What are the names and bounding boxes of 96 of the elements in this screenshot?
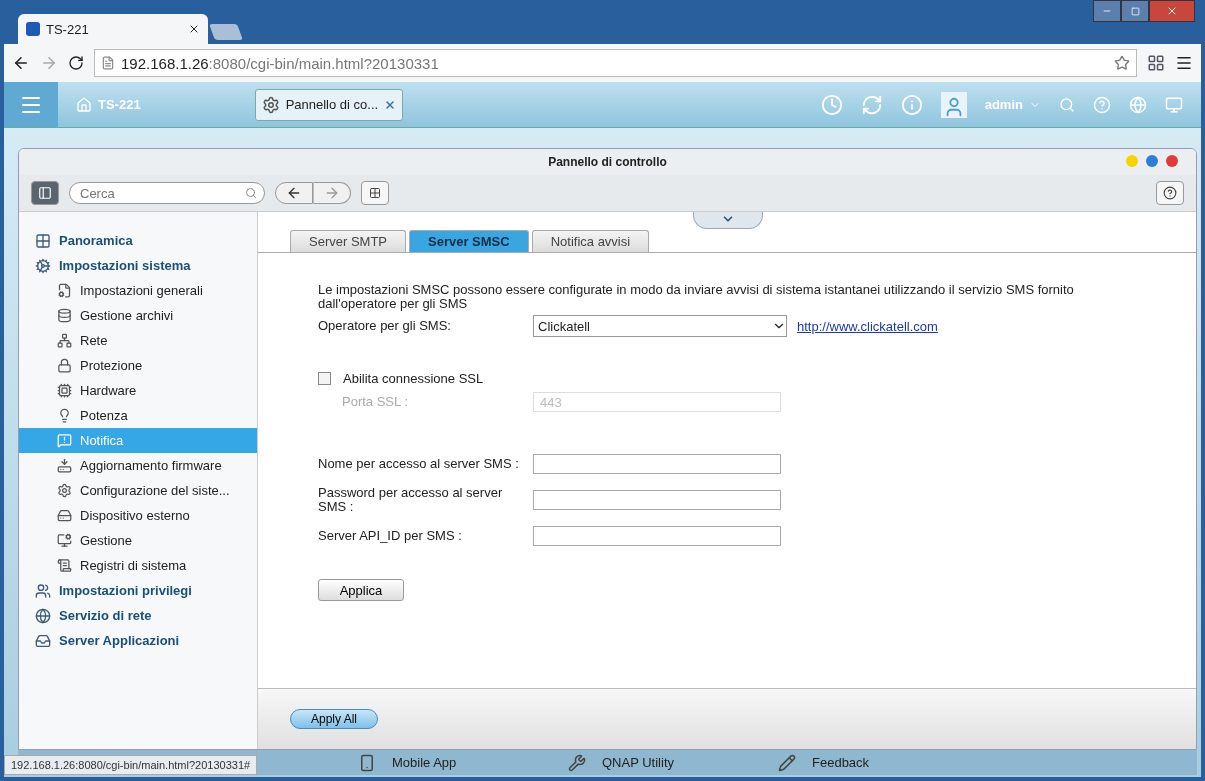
browser-tab[interactable]: TS-221 bbox=[18, 14, 208, 44]
close-button[interactable] bbox=[1149, 0, 1195, 22]
field-label: Password per accesso al server SMS : bbox=[318, 486, 504, 514]
field-label: Operatore per gli SMS: bbox=[318, 319, 452, 333]
star-icon[interactable] bbox=[1114, 55, 1130, 71]
input-field[interactable] bbox=[533, 526, 781, 546]
status-tooltip: 192.168.1.26:8080/cgi-bin/main.html?20130331# bbox=[4, 755, 258, 775]
monitor-icon bbox=[57, 533, 72, 548]
close-icon bbox=[1166, 5, 1178, 17]
sidebar-item[interactable]: Registri di sistema bbox=[19, 553, 257, 578]
sidebar-item[interactable]: Impostazioni generali bbox=[19, 278, 257, 303]
address-field[interactable]: 192.168.1.26:8080/cgi-bin/main.html?20130331 bbox=[94, 49, 1137, 77]
app-icon bbox=[26, 22, 40, 36]
sidebar-item[interactable]: Impostazioni privilegi bbox=[19, 578, 257, 603]
field-label: Nome per accesso al server SMS : bbox=[318, 457, 520, 471]
sidebar-item[interactable]: Protezione bbox=[19, 353, 257, 378]
tray-icon bbox=[35, 632, 51, 649]
input-field[interactable] bbox=[533, 490, 781, 510]
reload-icon[interactable] bbox=[68, 55, 84, 71]
help-button[interactable] bbox=[1156, 181, 1184, 205]
panel-icon bbox=[38, 186, 52, 200]
desktop-shortcut[interactable]: QNAP Utility bbox=[568, 753, 758, 772]
phone-icon bbox=[358, 753, 376, 772]
chip-icon bbox=[57, 383, 72, 398]
sidebar-item[interactable]: Servizio di rete bbox=[19, 603, 257, 628]
forward-icon[interactable] bbox=[40, 54, 58, 72]
sidebar-item[interactable]: Hardware bbox=[19, 378, 257, 403]
tab[interactable]: Notifica avvisi bbox=[531, 230, 650, 252]
operator-select[interactable]: Clickatell bbox=[533, 315, 787, 337]
maximize-button[interactable] bbox=[1121, 0, 1149, 22]
maximize-button[interactable] bbox=[1146, 155, 1158, 167]
sidebar-item[interactable]: Impostazioni sistema bbox=[19, 253, 257, 278]
window-title: Pannello di controllo bbox=[548, 155, 667, 169]
field-label: Porta SSL : bbox=[341, 395, 409, 409]
log-icon bbox=[57, 558, 72, 573]
avatar-icon[interactable] bbox=[940, 91, 967, 118]
apps-button[interactable] bbox=[361, 181, 389, 205]
apply-button[interactable]: Applica bbox=[318, 579, 404, 601]
help-icon bbox=[1163, 186, 1177, 200]
sidebar-toggle-button[interactable] bbox=[31, 181, 59, 205]
gear-icon bbox=[261, 95, 280, 114]
maximize-icon bbox=[1130, 6, 1140, 16]
back-icon bbox=[286, 185, 302, 201]
grid-icon bbox=[35, 232, 51, 249]
sidebar-item[interactable]: Panoramica bbox=[19, 228, 257, 253]
tab[interactable]: Server SMSC bbox=[409, 230, 529, 252]
menu-button[interactable] bbox=[4, 82, 58, 127]
extension-icon[interactable] bbox=[1147, 54, 1165, 72]
gear-icon bbox=[57, 483, 72, 498]
sidebar-item[interactable]: Rete bbox=[19, 328, 257, 353]
input-field[interactable] bbox=[533, 454, 781, 474]
wrench-icon bbox=[568, 753, 586, 772]
home-icon bbox=[76, 96, 92, 113]
sidebar-item[interactable]: Server Applicazioni bbox=[19, 628, 257, 653]
search-field[interactable]: Cerca bbox=[69, 182, 265, 204]
new-tab-button[interactable] bbox=[209, 24, 243, 40]
sidebar-item[interactable]: Potenza bbox=[19, 403, 257, 428]
sidebar-item[interactable]: Gestione bbox=[19, 528, 257, 553]
tab[interactable]: Server SMTP bbox=[290, 230, 406, 252]
apply-all-button[interactable]: Apply All bbox=[290, 709, 379, 729]
grid-icon bbox=[369, 187, 381, 199]
bulb-icon bbox=[57, 408, 72, 423]
document-icon bbox=[57, 283, 72, 298]
sidebar-item[interactable]: Configurazione del siste... bbox=[19, 478, 257, 503]
alert-message-icon bbox=[57, 433, 72, 448]
network-icon bbox=[57, 333, 72, 348]
close-icon[interactable] bbox=[188, 23, 200, 35]
forward-button[interactable] bbox=[313, 182, 351, 204]
sidebar-item[interactable]: Aggiornamento firmware bbox=[19, 453, 257, 478]
ssl-checkbox[interactable] bbox=[318, 371, 331, 385]
forward-icon bbox=[324, 185, 340, 201]
sidebar-item[interactable]: Dispositivo esterno bbox=[19, 503, 257, 528]
intro-text: Le impostazioni SMSC possono essere configurate in modo da inviare avvisi di sistema istantanei utilizzando il servizio SMS fornito dall'operatore per gli SMS bbox=[318, 283, 1075, 311]
close-button[interactable] bbox=[1166, 155, 1178, 167]
lock-icon bbox=[57, 358, 72, 373]
pencil-icon bbox=[778, 753, 796, 772]
page-icon bbox=[101, 56, 115, 70]
back-button[interactable] bbox=[275, 182, 313, 204]
collapse-handle[interactable] bbox=[693, 212, 763, 229]
desktop-shortcut[interactable]: Mobile App bbox=[358, 753, 548, 772]
database-icon bbox=[57, 308, 72, 323]
user-icon bbox=[35, 582, 51, 599]
operator-link[interactable]: http://www.clickatell.com bbox=[797, 318, 938, 334]
minimize-button[interactable] bbox=[1093, 0, 1121, 22]
app-tab[interactable]: Pannello di co... bbox=[254, 88, 404, 121]
gear-icon bbox=[35, 257, 51, 274]
checkbox-label: Abilita connessione SSL bbox=[343, 370, 484, 386]
back-icon[interactable] bbox=[12, 54, 30, 72]
drive-icon bbox=[57, 508, 72, 523]
globe-icon bbox=[35, 607, 51, 624]
download-icon bbox=[57, 458, 72, 473]
sidebar-item[interactable]: Gestione archivi bbox=[19, 303, 257, 328]
menu-icon[interactable] bbox=[1175, 54, 1193, 72]
field-label: Server API_ID per SMS : bbox=[318, 529, 463, 543]
search-icon bbox=[245, 187, 257, 199]
desktop-shortcut[interactable]: Feedback bbox=[778, 753, 968, 772]
